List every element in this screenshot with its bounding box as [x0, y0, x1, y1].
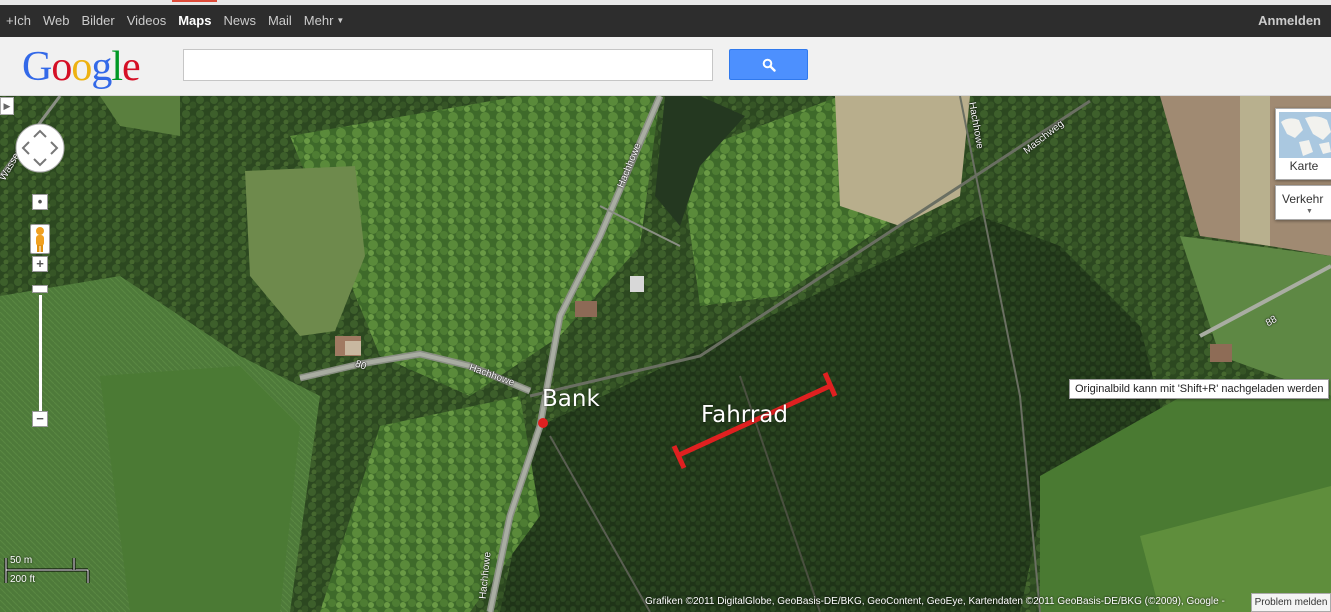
- bank-label: Bank: [542, 386, 600, 412]
- signin-link[interactable]: Anmelden: [1258, 5, 1321, 37]
- logo-letter: o: [71, 44, 92, 90]
- scale-imperial: 200 ft: [10, 574, 36, 585]
- globe-icon: [1279, 112, 1331, 158]
- logo-letter: o: [51, 44, 72, 90]
- gbar-link-news[interactable]: News: [217, 5, 262, 37]
- traffic-layer-button[interactable]: Verkehr ▼: [1275, 185, 1331, 220]
- chevron-down-icon: ▼: [1306, 208, 1313, 215]
- zoom-out-button[interactable]: −: [32, 411, 48, 427]
- google-logo[interactable]: Google: [22, 43, 141, 91]
- logo-letter: g: [91, 44, 112, 90]
- zoom-slider-handle[interactable]: [32, 285, 48, 293]
- satellite-map[interactable]: [0, 96, 1331, 612]
- gbar-mehr-label: Mehr: [303, 12, 334, 28]
- karte-label: Karte: [1289, 159, 1319, 173]
- reset-view-button[interactable]: •: [32, 194, 48, 210]
- report-problem-button[interactable]: Problem melden: [1251, 593, 1331, 612]
- pegman-icon: [36, 227, 44, 252]
- panel-toggle-button[interactable]: ▶: [0, 97, 14, 115]
- map-type-karte-button[interactable]: Karte: [1275, 108, 1331, 180]
- logo-letter: e: [122, 44, 141, 90]
- gbar-link-mehr[interactable]: Mehr ▼: [298, 5, 351, 38]
- zoom-track[interactable]: [39, 295, 42, 413]
- logo-letter: G: [22, 44, 52, 90]
- gbar-link-mail[interactable]: Mail: [262, 5, 298, 37]
- scale-metric: 50 m: [10, 555, 33, 566]
- scale-bar: 50 m 200 ft: [4, 555, 90, 585]
- gbar-link-web[interactable]: Web: [37, 5, 76, 37]
- zoom-in-button[interactable]: +: [32, 256, 48, 272]
- world-map-thumbnail: [1279, 112, 1331, 158]
- street-view-pegman[interactable]: [30, 224, 50, 254]
- pan-control[interactable]: [14, 122, 66, 174]
- gbar-link-videos[interactable]: Videos: [121, 5, 173, 37]
- search-input[interactable]: [183, 49, 713, 81]
- satellite-imagery: [0, 96, 1331, 612]
- gbar-link-maps[interactable]: Maps: [172, 0, 218, 37]
- google-bar: +Ich Web Bilder Videos Maps News Mail Me…: [0, 0, 1331, 37]
- search-button[interactable]: [729, 49, 808, 80]
- chevron-right-icon: ▶: [3, 101, 11, 111]
- gbar-link-plus-ich[interactable]: +Ich: [0, 5, 37, 37]
- chevron-down-icon: ▼: [336, 16, 345, 26]
- minus-icon: −: [36, 411, 44, 426]
- fahrrad-label: Fahrrad: [701, 402, 788, 428]
- maps-header: Google: [0, 37, 1331, 96]
- reload-tooltip: Originalbild kann mit 'Shift+R' nachgela…: [1069, 379, 1330, 399]
- dot-icon: •: [37, 194, 43, 209]
- logo-letter: l: [111, 44, 123, 90]
- copyright-text: Grafiken ©2011 DigitalGlobe, GeoBasis-DE…: [645, 596, 1225, 607]
- gbar-link-bilder[interactable]: Bilder: [75, 5, 120, 37]
- search-icon: [762, 58, 776, 72]
- gbar-links: +Ich Web Bilder Videos Maps News Mail Me…: [0, 0, 351, 38]
- traffic-label: Verkehr: [1282, 192, 1324, 206]
- plus-icon: +: [36, 256, 44, 271]
